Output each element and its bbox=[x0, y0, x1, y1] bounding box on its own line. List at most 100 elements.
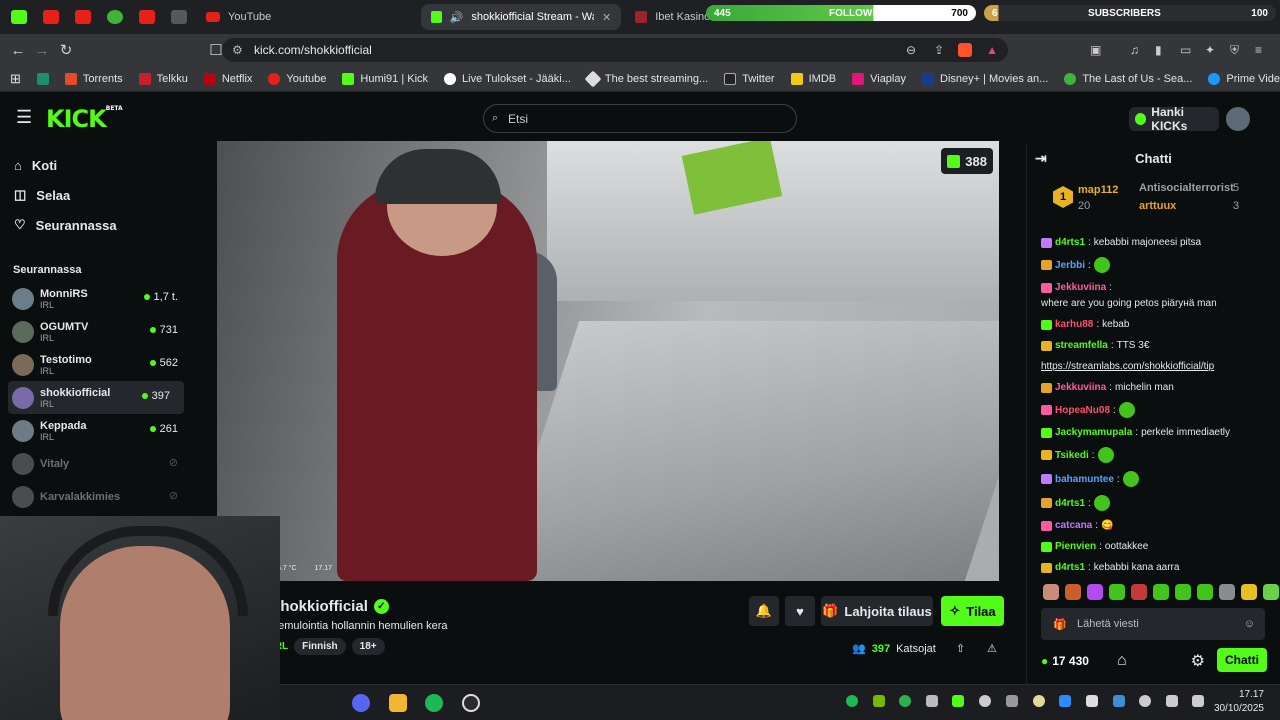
sidebar-icon[interactable]: ▮ bbox=[1155, 43, 1162, 57]
bluetooth-icon[interactable] bbox=[1059, 695, 1071, 707]
tag-age[interactable]: 18+ bbox=[351, 638, 385, 655]
youtube-tab-icon[interactable] bbox=[70, 4, 96, 30]
emote-icon[interactable] bbox=[1109, 584, 1125, 600]
kick-logo[interactable]: KICKBETA bbox=[46, 105, 123, 133]
url-field[interactable]: ⚙ kick.com/shokkiofficial ⊖ ⇪ ▲ bbox=[222, 38, 1008, 62]
chat-username[interactable]: d4rts1 bbox=[1055, 561, 1085, 574]
chat-username[interactable]: d4rts1 bbox=[1055, 497, 1085, 510]
microphone-icon[interactable] bbox=[1139, 695, 1151, 707]
vpn-icon[interactable]: ⛨ bbox=[1230, 43, 1239, 58]
tray-icon[interactable] bbox=[979, 695, 991, 707]
chat-message-input[interactable]: 🎁 Lähetä viesti ☺ bbox=[1041, 608, 1265, 640]
tray-icon[interactable] bbox=[899, 695, 911, 707]
bookmark-item[interactable]: Live Tulokset - Jääki... bbox=[436, 72, 579, 85]
notification-bell-button[interactable]: 🔔 bbox=[749, 596, 779, 626]
brave-shield-icon[interactable] bbox=[958, 43, 972, 57]
bookmark-item[interactable]: Telkku bbox=[131, 72, 196, 85]
gift-icon[interactable]: 🎁 bbox=[1053, 618, 1067, 631]
tab-youtube[interactable]: YouTube bbox=[196, 4, 281, 30]
tray-icon[interactable] bbox=[1006, 695, 1018, 707]
menu-icon[interactable]: ≡ bbox=[1255, 43, 1262, 57]
emoji-icon[interactable]: ☺ bbox=[1244, 618, 1255, 630]
youtube-tab-icon[interactable] bbox=[134, 4, 160, 30]
store-icon[interactable]: ⌂ bbox=[1117, 652, 1127, 670]
chat-username[interactable]: Pienvien bbox=[1055, 540, 1096, 553]
tag-language[interactable]: Finnish bbox=[294, 638, 346, 655]
emote-icon[interactable] bbox=[1087, 584, 1103, 600]
obs-icon[interactable] bbox=[462, 694, 480, 712]
youtube-tab-icon[interactable] bbox=[38, 4, 64, 30]
tray-icon[interactable] bbox=[1086, 695, 1098, 707]
ai-icon[interactable]: ✦ bbox=[1205, 43, 1215, 57]
sidebar-item-following[interactable]: ♡ Seurannassa bbox=[0, 210, 192, 240]
chat-username[interactable]: karhu88 bbox=[1055, 318, 1093, 331]
chat-username[interactable]: d4rts1 bbox=[1055, 236, 1085, 249]
sidebar-channel-testotimo[interactable]: Testotimo IRL 562 bbox=[0, 348, 192, 381]
system-clock[interactable]: 17.17 30/10/2025 bbox=[1214, 688, 1264, 716]
collapse-chat-icon[interactable]: ⇥ bbox=[1035, 150, 1047, 167]
spotify-icon[interactable] bbox=[425, 694, 443, 712]
subscribe-button[interactable]: ✧ Tilaa bbox=[941, 596, 1004, 626]
gifter-3-name[interactable]: arttuux bbox=[1139, 200, 1176, 212]
forward-icon[interactable]: → bbox=[30, 42, 54, 59]
emote-icon[interactable] bbox=[1263, 584, 1279, 600]
sidebar-channel-monnirs[interactable]: MonniRS IRL 1,7 t. bbox=[0, 282, 192, 315]
wallet-icon[interactable]: ▭ bbox=[1180, 43, 1191, 57]
bookmark-item[interactable]: Twitter bbox=[716, 72, 782, 85]
share-icon[interactable]: ⇧ bbox=[956, 642, 965, 655]
file-explorer-icon[interactable] bbox=[389, 694, 407, 712]
chat-username[interactable]: bahamuntee bbox=[1055, 473, 1114, 486]
video-player[interactable]: 388 5.7 °C 17.17 bbox=[217, 141, 999, 581]
chat-username[interactable]: Jerbbi bbox=[1055, 259, 1085, 272]
site-info-icon[interactable]: ⚙ bbox=[232, 43, 243, 57]
play-tab-icon[interactable] bbox=[102, 4, 128, 30]
hamburger-menu-icon[interactable]: ☰ bbox=[16, 107, 32, 128]
gifter-2-name[interactable]: Antisocialterrorist bbox=[1139, 182, 1234, 194]
emote-icon[interactable] bbox=[1241, 584, 1257, 600]
back-icon[interactable]: ← bbox=[6, 42, 30, 59]
chat-username[interactable]: HopeaNu08 bbox=[1055, 404, 1110, 417]
sidebar-channel-vitaly[interactable]: Vitaly ⊘ bbox=[0, 447, 192, 480]
chat-username[interactable]: Jekkuviina bbox=[1055, 381, 1106, 394]
bookmark-item[interactable]: Viaplay bbox=[844, 72, 914, 85]
tray-icon[interactable] bbox=[926, 695, 938, 707]
sidebar-item-browse[interactable]: ◫ Selaa bbox=[0, 180, 192, 210]
sidebar-channel-ogumtv[interactable]: OGUMTV IRL 731 bbox=[0, 315, 192, 348]
sidebar-channel-karvalakkimies[interactable]: Karvalakkimies ⊘ bbox=[0, 480, 192, 513]
chat-username[interactable]: Jackymamupala bbox=[1055, 426, 1132, 439]
apps-icon[interactable]: ⊞ bbox=[0, 71, 29, 87]
chat-username[interactable]: catcana bbox=[1055, 519, 1092, 532]
bookmark-item[interactable]: Torrents bbox=[57, 72, 131, 85]
kick-tab-icon[interactable] bbox=[6, 4, 32, 30]
bookmark-item[interactable]: Youtube bbox=[260, 72, 334, 85]
emote-icon[interactable] bbox=[1131, 584, 1147, 600]
report-icon[interactable]: ⚠ bbox=[987, 642, 997, 655]
tray-icon[interactable] bbox=[1033, 695, 1045, 707]
security-icon[interactable] bbox=[1113, 695, 1125, 707]
bookmark-item[interactable]: Humi91 | Kick bbox=[334, 72, 436, 85]
sidebar-channel-shokkiofficial[interactable]: shokkiofficial IRL 397 bbox=[8, 381, 184, 414]
tab-kick-stream[interactable]: 🔊 shokkiofficial Stream - Watch ✕ bbox=[421, 4, 622, 30]
emote-icon[interactable] bbox=[1043, 584, 1059, 600]
chat-username[interactable]: streamfella bbox=[1055, 339, 1108, 352]
bookmark-item[interactable]: The best streaming... bbox=[579, 70, 716, 87]
bookmark-item[interactable]: Prime Video bbox=[1200, 72, 1280, 85]
network-icon[interactable] bbox=[1192, 695, 1204, 707]
nvidia-tray-icon[interactable] bbox=[873, 695, 885, 707]
close-icon[interactable]: ✕ bbox=[602, 11, 611, 24]
bookmark-item[interactable] bbox=[29, 72, 57, 85]
bookmark-item[interactable]: Disney+ | Movies an... bbox=[914, 72, 1056, 85]
emote-icon[interactable] bbox=[1175, 584, 1191, 600]
sidebar-channel-keppada[interactable]: Keppada IRL 261 bbox=[0, 414, 192, 447]
bird-tab-icon[interactable] bbox=[166, 4, 192, 30]
emote-icon[interactable] bbox=[1065, 584, 1081, 600]
bookmark-item[interactable]: IMDB bbox=[783, 72, 845, 85]
spotify-tray-icon[interactable] bbox=[846, 695, 858, 707]
bookmark-item[interactable]: Netflix bbox=[196, 72, 261, 85]
gift-subscription-button[interactable]: 🎁 Lahjoita tilaus bbox=[821, 596, 933, 626]
emote-icon[interactable] bbox=[1219, 584, 1235, 600]
zoom-icon[interactable]: ⊖ bbox=[906, 43, 916, 57]
top-gifter-name[interactable]: map112 bbox=[1078, 184, 1118, 196]
kicks-balance[interactable]: ● 17 430 bbox=[1041, 654, 1089, 668]
search-input[interactable]: ⌕ Etsi bbox=[483, 104, 797, 133]
